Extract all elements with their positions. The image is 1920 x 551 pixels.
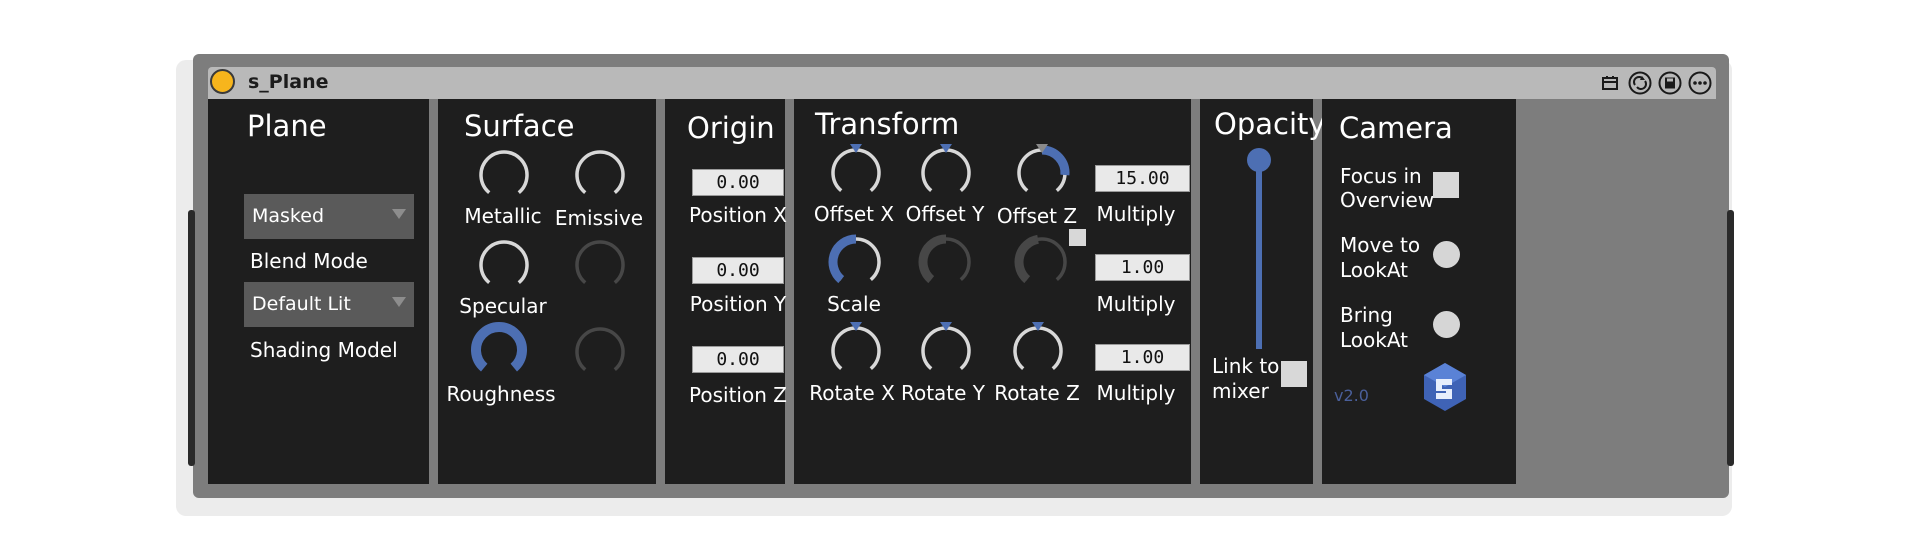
rotate-y-knob[interactable]: [920, 322, 972, 377]
rotate-x-knob[interactable]: [830, 322, 882, 377]
opacity-slider-thumb[interactable]: [1247, 148, 1271, 172]
right-resize-handle[interactable]: [1727, 210, 1734, 466]
offset-y-label: Offset Y: [905, 202, 985, 226]
scale-knob[interactable]: [828, 234, 882, 288]
more-icon[interactable]: [1687, 70, 1712, 95]
specular-label: Specular: [459, 294, 547, 318]
opacity-title: Opacity: [1214, 107, 1326, 141]
opacity-slider-track[interactable]: [1256, 159, 1262, 349]
multiply-3-label: Multiply: [1096, 381, 1176, 405]
blend-mode-label: Blend Mode: [250, 249, 368, 273]
device-power-button[interactable]: [210, 69, 235, 94]
surface-panel: Surface Metallic Emissive Specular Rough…: [438, 99, 656, 484]
blend-mode-dropdown[interactable]: Masked: [244, 194, 414, 239]
focus-overview-checkbox[interactable]: [1433, 172, 1459, 198]
scale-label: Scale: [827, 292, 881, 316]
plane-title: Plane: [247, 109, 327, 143]
emissive-label: Emissive: [554, 206, 644, 230]
camera-title: Camera: [1339, 111, 1453, 145]
hotswap-icon[interactable]: [1627, 70, 1652, 95]
position-y-label: Position Y: [689, 292, 787, 316]
metallic-knob[interactable]: [478, 149, 530, 201]
rotate-z-label: Rotate Z: [994, 381, 1080, 405]
position-x-field[interactable]: 0.00: [692, 169, 784, 196]
transform-disabled-knob-1: [918, 234, 972, 288]
origin-panel: Origin 0.00 Position X 0.00 Position Y 0…: [665, 99, 787, 484]
titlebar-icons: [1597, 70, 1712, 95]
multiply-2-label: Multiply: [1096, 292, 1176, 316]
device-titlebar: s_Plane: [208, 67, 1716, 99]
opacity-panel: Opacity Link to mixer: [1200, 99, 1326, 484]
roughness-label: Roughness: [446, 382, 556, 406]
position-z-field[interactable]: 0.00: [692, 346, 784, 373]
bring-lookat-label-line1: Bring: [1340, 303, 1393, 327]
plane-panel: Plane Masked Blend Mode Default Lit Shad…: [208, 99, 429, 484]
shading-model-label: Shading Model: [250, 338, 398, 362]
offset-y-knob[interactable]: [920, 144, 972, 199]
multiply-3-field[interactable]: 1.00: [1095, 344, 1190, 371]
offset-z-knob[interactable]: [1016, 144, 1070, 199]
surface-disabled-knob-2: [574, 326, 626, 378]
focus-overview-label-line1: Focus in: [1340, 164, 1422, 188]
save-icon[interactable]: [1657, 70, 1682, 95]
shading-model-dropdown[interactable]: Default Lit: [244, 282, 414, 327]
logo-icon: [1422, 361, 1468, 417]
chevron-down-icon: [392, 297, 406, 307]
camera-panel: Camera Focus in Overview Move to LookAt …: [1322, 99, 1516, 484]
link-to-mixer-checkbox[interactable]: [1281, 361, 1307, 387]
link-to-mixer-label-line1: Link to: [1212, 354, 1280, 378]
rotate-z-knob[interactable]: [1012, 322, 1064, 377]
multiply-1-label: Multiply: [1096, 202, 1176, 226]
position-y-field[interactable]: 0.00: [692, 257, 784, 284]
position-x-label: Position X: [689, 203, 787, 227]
bring-lookat-button[interactable]: [1433, 311, 1460, 338]
move-to-lookat-label-line1: Move to: [1340, 233, 1421, 257]
roughness-knob[interactable]: [471, 322, 527, 376]
move-to-lookat-label-line2: LookAt: [1340, 258, 1409, 282]
move-to-lookat-button[interactable]: [1433, 241, 1460, 268]
multiply-1-field[interactable]: 15.00: [1095, 165, 1190, 192]
metallic-label: Metallic: [464, 204, 542, 228]
rotate-x-label: Rotate X: [809, 381, 895, 405]
bring-lookat-label-line2: LookAt: [1340, 328, 1409, 352]
device-title: s_Plane: [248, 71, 329, 93]
focus-overview-label-line2: Overview: [1340, 188, 1435, 212]
rotate-y-label: Rotate Y: [900, 381, 986, 405]
shading-model-value: Default Lit: [252, 293, 351, 315]
left-resize-handle[interactable]: [188, 210, 195, 466]
blend-mode-value: Masked: [252, 205, 325, 227]
offset-x-label: Offset X: [813, 202, 895, 226]
transform-title: Transform: [815, 107, 960, 141]
version-label: v2.0: [1334, 386, 1369, 405]
multiply-2-field[interactable]: 1.00: [1095, 254, 1190, 281]
chevron-down-icon: [392, 209, 406, 219]
position-z-label: Position Z: [689, 383, 787, 407]
surface-title: Surface: [464, 109, 575, 143]
device-frame: s_Plane Plane Masked Blend Mode Default …: [188, 54, 1734, 498]
specular-knob[interactable]: [478, 239, 530, 291]
offset-z-label: Offset Z: [996, 204, 1078, 228]
emissive-knob[interactable]: [574, 149, 626, 201]
surface-disabled-knob-1: [574, 239, 626, 291]
origin-title: Origin: [687, 111, 775, 145]
transform-panel: Transform Offset X Offset Y Offset Z 15.…: [794, 99, 1191, 484]
uniform-scale-checkbox[interactable]: [1069, 229, 1086, 246]
offset-x-knob[interactable]: [830, 144, 882, 199]
calendar-icon[interactable]: [1597, 70, 1622, 95]
link-to-mixer-label-line2: mixer: [1212, 379, 1269, 403]
transform-disabled-knob-2: [1014, 234, 1068, 288]
